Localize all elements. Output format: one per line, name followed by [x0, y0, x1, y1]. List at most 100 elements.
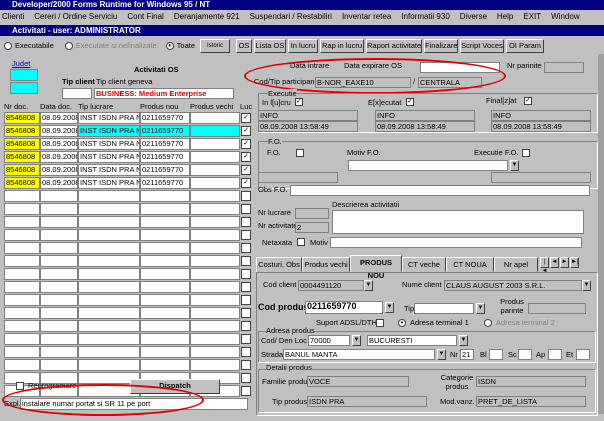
table-row[interactable] [4, 333, 252, 345]
grid-cell-nou[interactable]: 0211659770 [140, 138, 190, 150]
row-lucru-checkbox[interactable] [241, 230, 251, 240]
grid-cell-tip[interactable] [78, 242, 140, 254]
grid-cell-vechi[interactable] [190, 151, 240, 163]
grid-cell-tip[interactable] [78, 281, 140, 293]
nume-client-dropdown-icon[interactable]: ▼ [582, 280, 591, 291]
row-lucru-checkbox[interactable]: ✓ [241, 126, 251, 136]
grid-cell-nou[interactable] [140, 281, 190, 293]
grid-cell-data[interactable] [40, 203, 78, 215]
strada-field[interactable]: BANUL MANTA [283, 349, 435, 360]
menu-item-6[interactable]: Informatii 930 [401, 12, 449, 21]
table-row[interactable] [4, 190, 252, 202]
executat-checkbox[interactable]: ✓ [406, 98, 414, 106]
grid-cell-data[interactable] [40, 255, 78, 267]
right-scrollbar[interactable] [598, 54, 604, 414]
menu-item-4[interactable]: Suspendari / Restabiliri [250, 12, 332, 21]
row-lucru-checkbox[interactable] [241, 295, 251, 305]
grid-cell-nr[interactable] [4, 320, 40, 332]
row-lucru-checkbox[interactable] [241, 373, 251, 383]
tip-dropdown-icon[interactable]: ▼ [476, 303, 485, 314]
table-row[interactable] [4, 268, 252, 280]
grid-cell-nr[interactable] [4, 333, 40, 345]
grid-cell-vechi[interactable] [190, 164, 240, 176]
grid-cell-data[interactable]: 08.09.2008 [40, 177, 78, 189]
table-row[interactable] [4, 359, 252, 371]
tab-nr-apel[interactable]: Nr apel [494, 257, 538, 272]
finalizare-button[interactable]: Finalizare [424, 39, 458, 53]
grid-cell-vechi[interactable] [190, 190, 240, 202]
row-lucru-checkbox[interactable] [241, 269, 251, 279]
table-row[interactable] [4, 242, 252, 254]
row-lucru-checkbox[interactable] [241, 386, 251, 396]
grid-cell-nr[interactable] [4, 346, 40, 358]
grid-cell-tip[interactable]: INST ISDN PRA NP [78, 164, 140, 176]
table-row[interactable] [4, 294, 252, 306]
grid-cell-nou[interactable] [140, 190, 190, 202]
grid-cell-tip[interactable]: INST ISDN PRA NP [78, 138, 140, 150]
motiv-field[interactable] [330, 237, 582, 248]
motiv-fo-dropdown-icon[interactable]: ▼ [510, 160, 519, 171]
grid-cell-vechi[interactable] [190, 138, 240, 150]
grid-cell-nr[interactable] [4, 281, 40, 293]
tab-produs-vechi[interactable]: Produs vechi [302, 257, 350, 272]
menu-item-0[interactable]: Clienti [2, 12, 24, 21]
grid-cell-nou[interactable]: 0211659770 [140, 177, 190, 189]
grid-cell-data[interactable] [40, 294, 78, 306]
row-lucru-checkbox[interactable]: ✓ [241, 152, 251, 162]
grid-cell-nou[interactable] [140, 294, 190, 306]
grid-cell-data[interactable] [40, 190, 78, 202]
istoric-button[interactable]: Istoric [200, 39, 230, 53]
executie-fo-checkbox[interactable] [522, 149, 530, 157]
et-field[interactable] [576, 349, 590, 360]
menu-item-9[interactable]: EXIT [523, 12, 541, 21]
menu-item-8[interactable]: Help [497, 12, 513, 21]
netaxata-checkbox[interactable] [297, 238, 305, 246]
grid-cell-vechi[interactable] [190, 346, 240, 358]
grid-cell-nr[interactable]: 8546808 [4, 125, 40, 137]
grid-cell-nou[interactable] [140, 346, 190, 358]
in-lucru-checkbox[interactable]: ✓ [295, 98, 303, 106]
grid-cell-nr[interactable] [4, 216, 40, 228]
tab-prev-icon[interactable]: ◄ [550, 257, 559, 268]
grid-cell-data[interactable] [40, 333, 78, 345]
grid-cell-data[interactable] [40, 320, 78, 332]
grid-cell-tip[interactable] [78, 268, 140, 280]
tab-produs-nou[interactable]: PRODUS NOU [350, 255, 402, 280]
menu-item-5[interactable]: Inventar retea [342, 12, 391, 21]
table-row[interactable] [4, 216, 252, 228]
obs-fo-field[interactable] [290, 185, 590, 196]
table-row[interactable] [4, 281, 252, 293]
grid-cell-vechi[interactable] [190, 268, 240, 280]
grid-cell-tip[interactable] [78, 203, 140, 215]
tab-last-icon[interactable]: ►| [570, 257, 579, 268]
row-lucru-checkbox[interactable] [241, 347, 251, 357]
grid-cell-tip[interactable] [78, 307, 140, 319]
grid-cell-vechi[interactable] [190, 281, 240, 293]
grid-cell-data[interactable] [40, 216, 78, 228]
rap-in-lucru-button[interactable]: Rap in lucru [320, 39, 364, 53]
table-row[interactable]: 8546808 08.09.2008 INST ISDN PRA NP 0211659… [4, 164, 252, 176]
grid-cell-nr[interactable] [4, 359, 40, 371]
table-row[interactable] [4, 346, 252, 358]
row-lucru-checkbox[interactable] [241, 191, 251, 201]
tab-first-icon[interactable]: |◄ [540, 257, 549, 274]
grid-cell-data[interactable] [40, 346, 78, 358]
grid-cell-nr[interactable]: 8546808 [4, 138, 40, 150]
nr-field[interactable]: 21 [460, 349, 474, 360]
grid-cell-nou[interactable] [140, 229, 190, 241]
grid-cell-vechi[interactable] [190, 242, 240, 254]
row-lucru-checkbox[interactable] [241, 360, 251, 370]
grid-cell-nou[interactable]: 0211659770 [140, 112, 190, 124]
grid-cell-nou[interactable] [140, 320, 190, 332]
descriere-field[interactable] [332, 210, 584, 234]
radio-toate[interactable]: • [165, 42, 174, 50]
cod-produs-field[interactable]: 0211659770 [305, 301, 383, 314]
grid-cell-data[interactable]: 08.09.2008 [40, 151, 78, 163]
grid-cell-vechi[interactable] [190, 333, 240, 345]
row-lucru-checkbox[interactable] [241, 243, 251, 253]
grid-cell-nou[interactable] [140, 359, 190, 371]
grid-cell-data[interactable]: 08.09.2008 [40, 112, 78, 124]
grid-cell-nr[interactable]: 8546808 [4, 164, 40, 176]
row-lucru-checkbox[interactable]: ✓ [241, 165, 251, 175]
grid-cell-nr[interactable] [4, 255, 40, 267]
